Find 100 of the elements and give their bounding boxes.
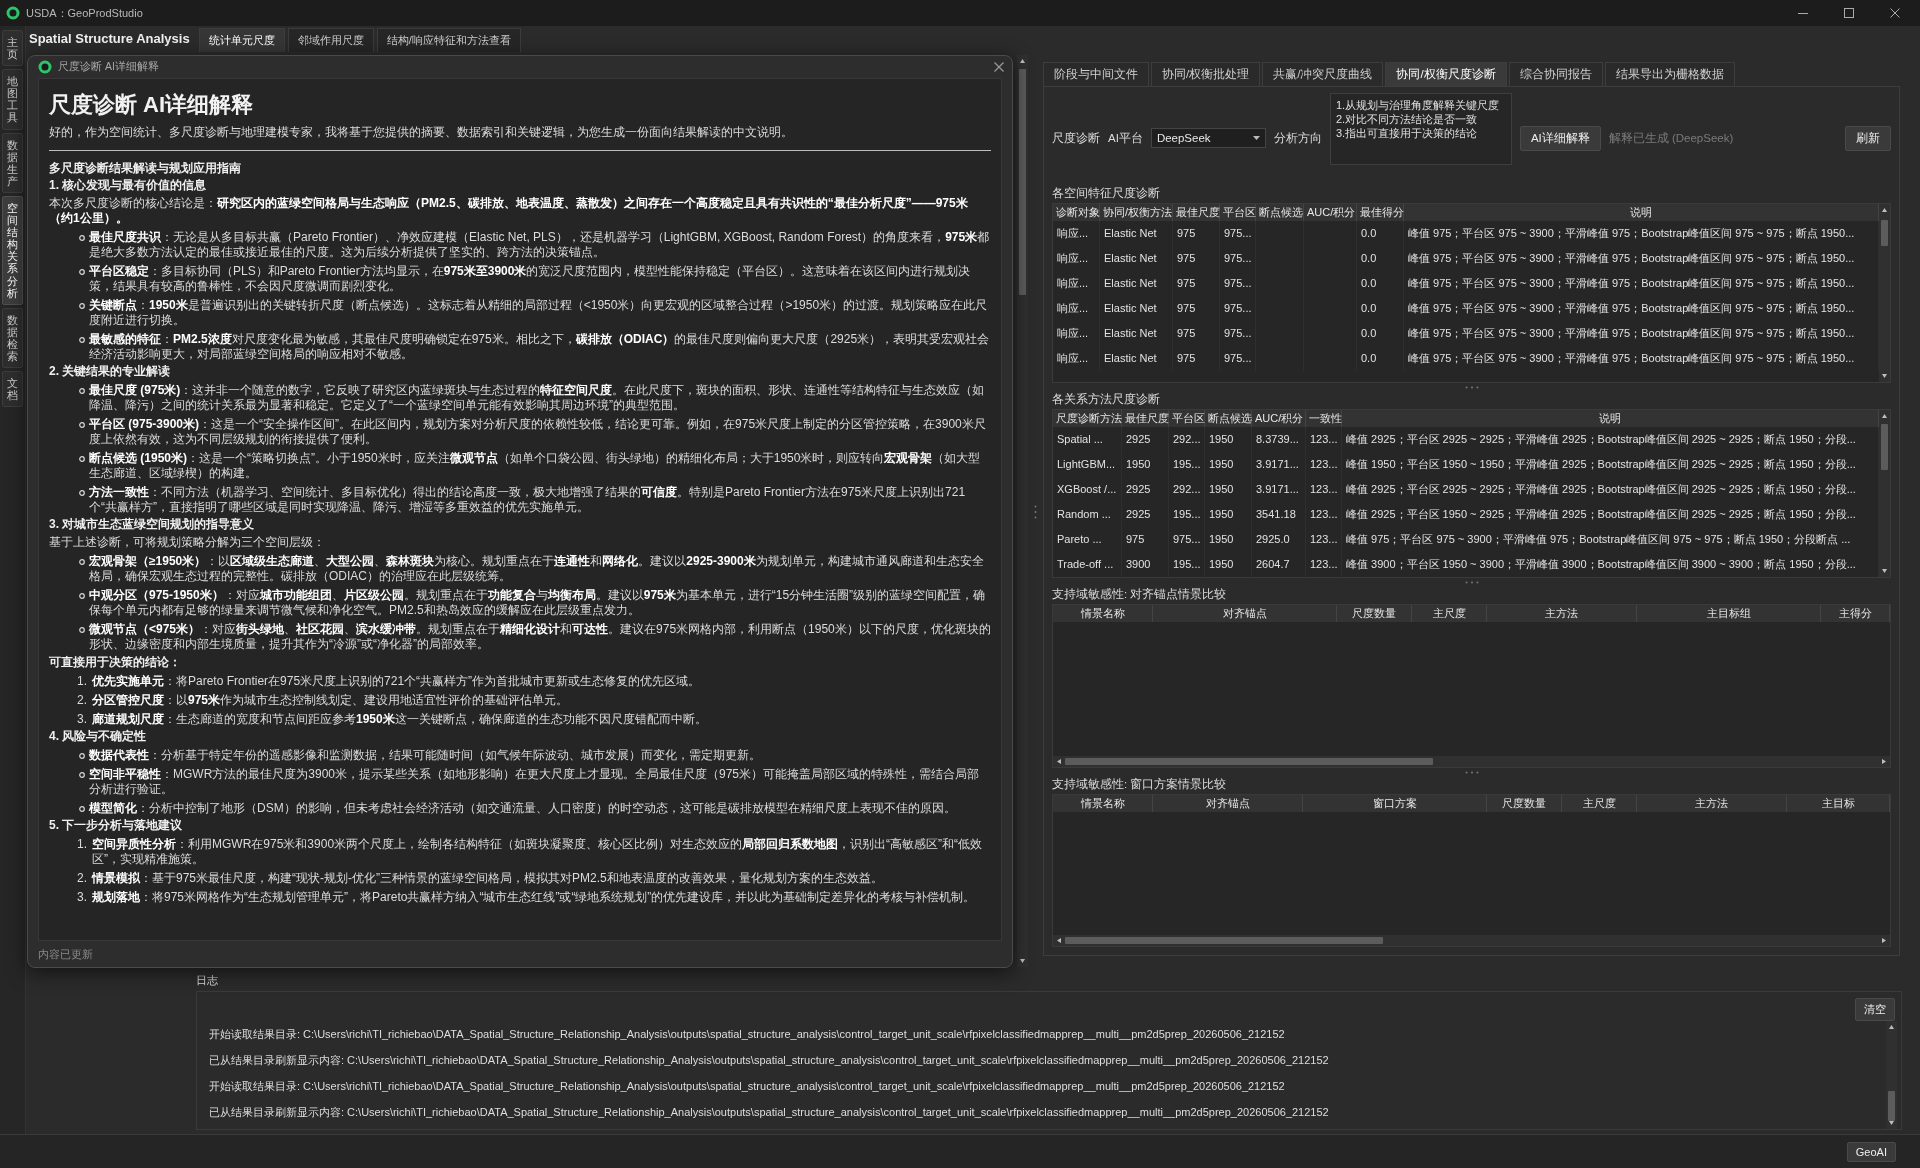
paragraph: 可直接用于决策的结论：: [49, 655, 182, 670]
clear-button[interactable]: 清空: [1855, 998, 1895, 1021]
column-header[interactable]: 一致性: [1306, 410, 1342, 427]
maximize-icon[interactable]: [1844, 8, 1854, 18]
app-logo-icon: [6, 6, 20, 20]
list-item: 模型简化：分析中控制了地形（DSM）的影响，但未考虑社会经济活动（如交通流量、人口密度）的时空动态，这可能是碳排放模型在精细尺度上表现不佳的原因。: [89, 801, 957, 816]
column-header[interactable]: 最佳尺度: [1173, 204, 1220, 221]
side-tab[interactable]: 主页: [2, 30, 23, 67]
column-header[interactable]: 主目标: [1787, 795, 1890, 812]
module-tab[interactable]: 统计单元尺度: [198, 28, 285, 52]
column-header[interactable]: 断点候选: [1205, 410, 1252, 427]
table-cell: 975: [1173, 246, 1220, 271]
table-cell: Elastic Net: [1100, 296, 1173, 321]
close-icon[interactable]: [994, 62, 1004, 72]
table-cell: 975...: [1220, 246, 1256, 271]
column-header[interactable]: 诊断对象: [1053, 204, 1100, 221]
panel-tab[interactable]: 阶段与中间文件: [1043, 62, 1149, 86]
panel-tab[interactable]: 结果导出为栅格数据: [1604, 62, 1735, 86]
column-header[interactable]: 最佳尺度: [1122, 410, 1169, 427]
column-header[interactable]: 尺度数量: [1487, 795, 1562, 812]
module-tab[interactable]: 结构/响应特征和方法查看: [376, 28, 521, 52]
close-icon[interactable]: [1890, 8, 1900, 18]
panel-tab[interactable]: 综合协同报告: [1508, 62, 1603, 86]
column-header[interactable]: 对齐锚点: [1153, 605, 1337, 622]
list-item: 中观分区（975-1950米）：对应城市功能组团、片区级公园。规划重点在于功能复合与均衡布局。建议以975米为基本单元，进行“15分钟生活圈”级别的蓝绿空间配置，确保每个单元内都有足够的绿量来调节微气候和净化空气。PM2.5和热岛效应的缓解应在此层级重点发力。: [89, 588, 987, 618]
table-cell: 975: [1173, 296, 1220, 321]
status-text: 解释已生成 (DeepSeek): [1608, 130, 1734, 146]
table-cell: Elastic Net: [1100, 321, 1173, 346]
direction-field[interactable]: 1.从规划与治理角度解释关键尺度 2.对比不同方法结论是否一致 3.指出可直接用于决策的结论: [1329, 93, 1512, 165]
table-title: 各关系方法尺度诊断: [1052, 392, 1161, 406]
table-cell: Elastic Net: [1100, 346, 1173, 371]
column-header[interactable]: 对齐锚点: [1153, 795, 1303, 812]
panel-tab[interactable]: 协同/权衡批处理: [1151, 62, 1261, 86]
table-cell: 1950: [1205, 527, 1252, 552]
list-item: 宏观骨架（≥1950米）：以区域级生态廊道、大型公园、森林斑块为核心。规划重点在于连通性和网络化。建议以2925-3900米为规划单元，构建城市通风廊道和生态安全格局，确保宏观生态过程的完整性。碳排放（ODIAC）的治理应在此层级统筹。: [89, 554, 985, 584]
column-header[interactable]: AUC/积分: [1304, 204, 1357, 221]
table-cell: 975...: [1220, 346, 1256, 371]
horizontal-scrollbar[interactable]: [1053, 935, 1890, 946]
table-cell: 975...: [1220, 221, 1256, 246]
column-header[interactable]: 主尺度: [1562, 795, 1637, 812]
column-header[interactable]: 主目标组: [1637, 605, 1821, 622]
table-cell: 2925: [1122, 427, 1169, 452]
geoai-button[interactable]: GeoAI: [1846, 1141, 1896, 1162]
table-cell: Elastic Net: [1100, 246, 1173, 271]
table-cell: 123...: [1306, 552, 1342, 577]
vertical-scrollbar[interactable]: [1879, 204, 1890, 382]
list-item: 最敏感的特征：PM2.5浓度对尺度变化最为敏感，其最佳尺度明确锁定在975米。相比之下，碳排放（ODIAC）的最佳尺度则偏向更大尺度（2925米），表明其受宏观社会经济活动影响更大，对局部蓝绿空间格局的响应相对不敏感。: [89, 332, 991, 362]
column-header[interactable]: 平台区: [1169, 410, 1205, 427]
table-cell: LightGBM...: [1053, 452, 1122, 477]
column-header[interactable]: 主方法: [1637, 795, 1787, 812]
column-header[interactable]: 断点候选: [1256, 204, 1304, 221]
section-label: 尺度诊断: [1052, 130, 1100, 146]
column-header[interactable]: 平台区: [1220, 204, 1256, 221]
table-cell: 0.0: [1357, 221, 1404, 246]
horizontal-scrollbar[interactable]: [1053, 756, 1890, 767]
bullet-icon: [79, 235, 85, 241]
bullet-icon: [79, 269, 85, 275]
bullet-icon: [79, 303, 85, 309]
side-tab[interactable]: 空间结构关系分析: [2, 195, 23, 305]
list-item: 方法一致性：不同方法（机器学习、空间统计、多目标优化）得出的结论高度一致，极大地增强了结果的可信度。特别是Pareto Frontier方法在975米尺度上识别出721个“共赢样方”，直接指明了哪些区域是同时实现降温、降污、增湿等多重效益的优先实施单元。: [89, 485, 967, 515]
side-tab[interactable]: 地图工具: [2, 69, 23, 130]
bullet-icon: [79, 456, 85, 462]
list-item: 空间异质性分析：利用MGWR在975米和3900米两个尺度上，绘制各结构特征（如斑块凝聚度、核心区比例）对生态效应的局部回归系数地图，识别出“高敏感区”和“低效区”，实现精准施策。: [92, 837, 984, 867]
bullet-icon: [79, 388, 85, 394]
column-header[interactable]: 情景名称: [1053, 795, 1153, 812]
side-tab[interactable]: 数据检索: [2, 307, 23, 369]
table-cell: 3.9171...: [1252, 452, 1306, 477]
column-header[interactable]: AUC/积分: [1252, 410, 1306, 427]
column-header[interactable]: 主尺度: [1412, 605, 1487, 622]
column-header[interactable]: 最佳得分: [1357, 204, 1404, 221]
table-cell: 3.9171...: [1252, 477, 1306, 502]
column-header[interactable]: 尺度诊断方法: [1053, 410, 1122, 427]
table-cell: 975: [1173, 221, 1220, 246]
list-number: 1.: [77, 837, 87, 852]
column-header[interactable]: 窗口方案: [1303, 795, 1487, 812]
table-cell: 195...: [1169, 552, 1205, 577]
panel-tab[interactable]: 共赢/冲突尺度曲线: [1262, 62, 1384, 86]
table-cell: 响应...: [1053, 271, 1100, 296]
column-header[interactable]: 主得分: [1821, 605, 1890, 622]
panel-tab[interactable]: 协同/权衡尺度诊断: [1385, 62, 1507, 86]
log-line: 已从结果目录刷新显示内容: C:\Users\richi\TI_richiebao\DATA_Spatial_Structure_Relationship_Analysis\outputs\spatial_structure_analysis\control_target_unit_scale\rfpixelclassifiedmapprep__multi__pm2d5prep_20260506_212152: [209, 1053, 1330, 1068]
list-item: 关键断点：1950米是普遍识别出的关键转折尺度（断点候选）。这标志着从精细的局部过程（<1950米）向更宏观的区域整合过程（>1950米）的过渡。规划策略应在此尺度附近进行切换。: [89, 298, 989, 328]
table-cell: 2925: [1122, 477, 1169, 502]
vertical-scrollbar[interactable]: [1879, 410, 1890, 577]
column-header[interactable]: 主方法: [1487, 605, 1637, 622]
column-header[interactable]: 尺度数量: [1337, 605, 1412, 622]
side-tab[interactable]: 文档: [2, 371, 23, 408]
platform-dropdown[interactable]: DeepSeek: [1150, 128, 1266, 148]
column-header[interactable]: 情景名称: [1053, 605, 1153, 622]
section-heading: 3. 对城市生态蓝绿空间规划的指导意义: [49, 517, 256, 532]
explain-button[interactable]: AI详细解释: [1519, 125, 1601, 151]
list-number: 3.: [77, 890, 87, 905]
paragraph: 本次多尺度诊断的核心结论是：研究区内的蓝绿空间格局与生态响应（PM2.5、碳排放、地表温度、蒸散发）之间存在一个高度稳定且具有共识性的“最佳分析尺度”——975米（约1公里）。: [49, 196, 969, 226]
table-cell: Elastic Net: [1100, 221, 1173, 246]
refresh-button[interactable]: 刷新: [1845, 125, 1891, 151]
column-header[interactable]: 协同/权衡方法: [1100, 204, 1173, 221]
table-cell: 292...: [1169, 477, 1205, 502]
side-tab[interactable]: 数据生产: [2, 132, 23, 193]
module-tab[interactable]: 邻域作用尺度: [287, 28, 374, 52]
bullet-icon: [79, 593, 85, 599]
